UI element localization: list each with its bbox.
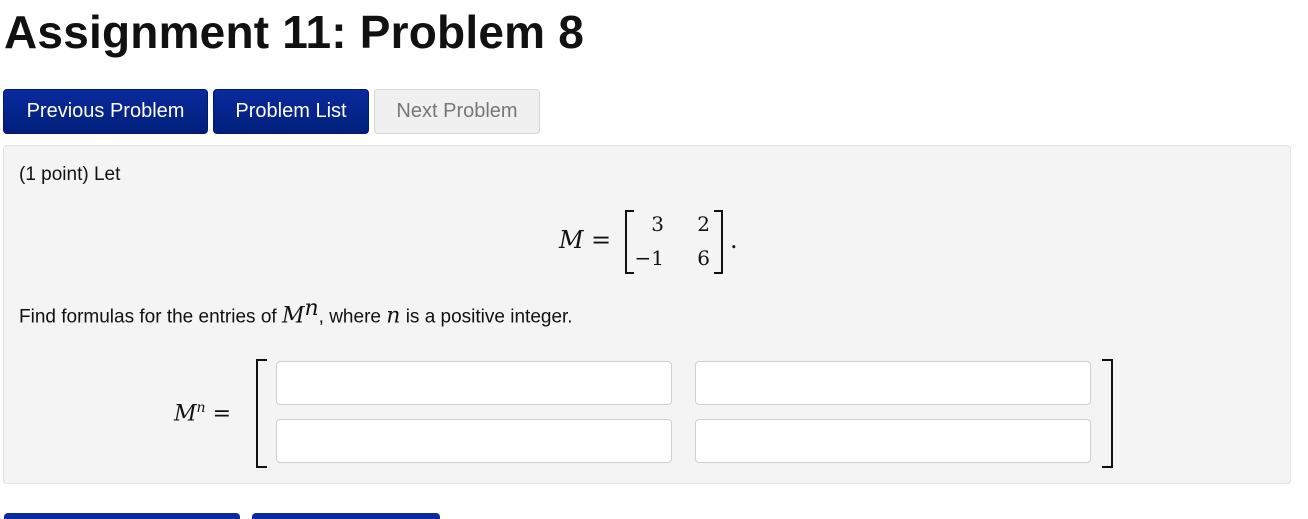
answer-right-bracket: [1102, 359, 1113, 468]
matrix-right-bracket: [714, 210, 723, 274]
page-title: Assignment 11: Problem 8: [4, 6, 584, 58]
answer-input-11[interactable]: [276, 361, 672, 405]
question-n: n: [386, 303, 401, 329]
answer-input-12[interactable]: [695, 361, 1091, 405]
question-middle: , where: [318, 306, 387, 328]
problem-list-button[interactable]: Problem List: [213, 89, 369, 134]
matrix-period: .: [730, 226, 738, 254]
question-mn-exp: n: [304, 296, 319, 321]
answer-label-exp: n: [196, 400, 206, 416]
matrix-cell-22: 6: [697, 246, 710, 270]
answer-matrix-label: Mn =: [174, 400, 231, 426]
answer-input-21[interactable]: [276, 419, 672, 463]
next-problem-button: Next Problem: [374, 89, 540, 134]
equals-sign: =: [591, 226, 612, 254]
submit-button-partial[interactable]: [4, 513, 240, 519]
question-suffix: is a positive integer.: [400, 306, 573, 328]
answer-left-bracket: [256, 359, 267, 468]
question-prefix: Find formulas for the entries of: [19, 306, 282, 328]
previous-problem-button[interactable]: Previous Problem: [3, 89, 208, 134]
question-mn-base: M: [281, 303, 305, 329]
matrix-cell-11: 3: [651, 212, 664, 236]
problem-panel: (1 point) Let M = 3 2 −1 6 . Find formul…: [3, 145, 1291, 484]
problem-intro: (1 point) Let: [19, 164, 121, 185]
page: Assignment 11: Problem 8 Previous Proble…: [0, 0, 1308, 519]
matrix-cell-21: −1: [634, 246, 664, 270]
answer-label-equals: =: [212, 401, 231, 427]
answer-input-22[interactable]: [695, 419, 1091, 463]
matrix-symbol: M: [559, 226, 584, 254]
matrix-left-bracket: [625, 210, 634, 274]
problem-question: Find formulas for the entries of Mn, whe…: [19, 296, 573, 328]
matrix-cell-12: 2: [697, 212, 710, 236]
matrix-definition: M = 3 2 −1 6 .: [559, 208, 759, 278]
problem-nav: Previous Problem Problem List Next Probl…: [3, 89, 540, 134]
answer-label-base: M: [174, 401, 197, 427]
preview-button-partial[interactable]: [252, 513, 440, 519]
